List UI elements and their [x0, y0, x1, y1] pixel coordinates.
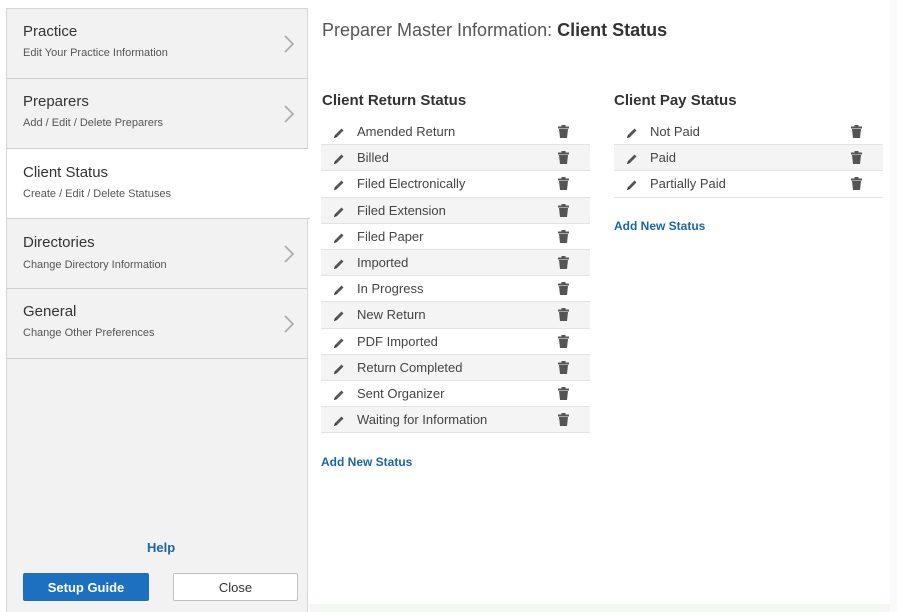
pay-status-heading: Client Pay Status: [614, 92, 737, 109]
pencil-icon[interactable]: [333, 126, 345, 138]
status-row: Waiting for Information: [321, 407, 590, 434]
sidebar-item-directories[interactable]: Directories Change Directory Information: [7, 219, 308, 289]
status-row: Return Completed: [321, 354, 590, 381]
return-status-heading: Client Return Status: [322, 92, 467, 109]
page-title: Preparer Master Information: Client Stat…: [322, 20, 667, 41]
pencil-icon[interactable]: [333, 309, 345, 322]
status-label: In Progress: [357, 281, 424, 297]
status-row: New Return: [321, 302, 590, 329]
status-row: In Progress: [321, 276, 590, 303]
status-label: Not Paid: [650, 124, 700, 139]
status-label: Sent Organizer: [357, 385, 445, 401]
pencil-icon[interactable]: [333, 257, 345, 269]
pencil-icon[interactable]: [333, 283, 345, 296]
status-row: PDF Imported: [321, 328, 590, 355]
sidebar-item-title: General: [23, 303, 77, 320]
sidebar-item-title: Client Status: [23, 164, 109, 181]
page-title-bold: Client Status: [557, 20, 668, 40]
trash-icon[interactable]: [558, 177, 569, 191]
status-row: Sent Organizer: [321, 380, 590, 408]
status-label: Return Completed: [357, 359, 463, 375]
status-row: Amended Return: [321, 119, 590, 146]
add-pay-status-link[interactable]: Add New Status: [614, 219, 705, 233]
chevron-right-icon: [284, 35, 294, 53]
pencil-icon[interactable]: [333, 362, 345, 374]
trash-icon[interactable]: [558, 334, 569, 348]
pencil-icon[interactable]: [626, 178, 638, 191]
sidebar-item-practice[interactable]: Practice Edit Your Practice Information: [7, 9, 308, 79]
status-row: Filed Extension: [321, 197, 590, 224]
sidebar-item-general[interactable]: General Change Other Preferences: [7, 289, 308, 359]
setup-guide-button[interactable]: Setup Guide: [23, 573, 149, 601]
add-return-status-link[interactable]: Add New Status: [321, 455, 412, 469]
trash-icon[interactable]: [558, 229, 569, 243]
sidebar-item-title: Directories: [23, 234, 95, 251]
sidebar-item-subtitle: Change Directory Information: [23, 259, 167, 271]
trash-icon[interactable]: [851, 177, 862, 191]
status-label: Amended Return: [357, 124, 456, 139]
status-row: Billed: [321, 145, 590, 172]
sidebar-item-client-status[interactable]: Client Status Create / Edit / Delete Sta…: [7, 149, 310, 219]
pencil-icon[interactable]: [333, 336, 345, 348]
return-status-list: Amended Return Billed Filed Electronically…: [321, 119, 590, 434]
trash-icon[interactable]: [558, 308, 569, 322]
status-row: Partially Paid: [614, 171, 883, 198]
trash-icon[interactable]: [558, 360, 569, 374]
trash-icon[interactable]: [558, 386, 569, 400]
pay-status-list: Not Paid Paid Partially Paid: [614, 119, 883, 198]
sidebar-item-subtitle: Change Other Preferences: [23, 327, 155, 339]
sidebar-item-subtitle: Add / Edit / Delete Preparers: [23, 117, 164, 129]
pencil-icon[interactable]: [333, 414, 345, 427]
status-label: Filed Extension: [357, 202, 446, 218]
status-label: Filed Electronically: [357, 176, 466, 192]
bottom-strip: [309, 604, 897, 612]
status-row: Not Paid: [614, 119, 883, 146]
trash-icon[interactable]: [851, 151, 862, 165]
sidebar-item-subtitle: Create / Edit / Delete Statuses: [23, 188, 171, 200]
pencil-icon[interactable]: [333, 231, 345, 243]
status-label: Filed Paper: [357, 228, 424, 244]
status-label: Imported: [357, 254, 409, 270]
status-label: Paid: [650, 150, 677, 166]
pencil-icon[interactable]: [626, 152, 638, 165]
trash-icon[interactable]: [558, 255, 569, 269]
window-edge: [890, 0, 897, 612]
trash-icon[interactable]: [558, 203, 569, 217]
status-label: New Return: [357, 307, 426, 323]
status-label: PDF Imported: [357, 333, 438, 349]
pencil-icon[interactable]: [333, 388, 345, 400]
status-row: Paid: [614, 145, 883, 172]
pencil-icon[interactable]: [333, 205, 345, 217]
sidebar-item-title: Practice: [23, 23, 78, 40]
sidebar-item-title: Preparers: [23, 93, 89, 110]
chevron-right-icon: [284, 105, 294, 123]
pencil-icon[interactable]: [333, 152, 345, 165]
status-label: Partially Paid: [650, 176, 726, 192]
status-label: Billed: [357, 150, 389, 166]
trash-icon[interactable]: [851, 125, 862, 138]
status-row: Filed Electronically: [321, 171, 590, 198]
trash-icon[interactable]: [558, 151, 569, 165]
status-row: Filed Paper: [321, 223, 590, 250]
trash-icon[interactable]: [558, 125, 569, 138]
status-row: Imported: [321, 249, 590, 277]
help-link[interactable]: Help: [147, 540, 175, 555]
trash-icon[interactable]: [558, 282, 569, 296]
pencil-icon[interactable]: [333, 178, 345, 191]
pencil-icon[interactable]: [626, 126, 638, 138]
chevron-right-icon: [284, 245, 294, 263]
sidebar-item-preparers[interactable]: Preparers Add / Edit / Delete Preparers: [7, 79, 308, 149]
trash-icon[interactable]: [558, 413, 569, 427]
sidebar-item-subtitle: Edit Your Practice Information: [23, 47, 168, 59]
sidebar: Practice Edit Your Practice Information …: [6, 8, 310, 612]
close-button[interactable]: Close: [173, 573, 298, 601]
chevron-right-icon: [284, 315, 294, 333]
status-label: Waiting for Information: [357, 412, 488, 428]
page-title-prefix: Preparer Master Information:: [322, 20, 558, 40]
